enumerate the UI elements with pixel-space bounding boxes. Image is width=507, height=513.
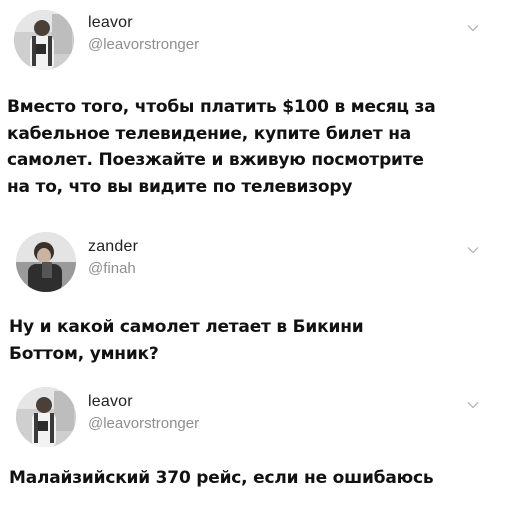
tweet-text: Ну и какой самолет летает в Бикини Ботто… <box>9 314 499 367</box>
tweet-header: zander @finah <box>0 222 507 302</box>
display-name[interactable]: leavor <box>88 13 199 33</box>
display-name[interactable]: leavor <box>88 392 199 412</box>
avatar[interactable] <box>14 10 74 70</box>
chevron-down-icon[interactable] <box>467 246 479 254</box>
tweet: zander @finah Ну и какой самолет летает … <box>0 222 507 364</box>
user-handle[interactable]: @leavorstronger <box>88 35 199 55</box>
user-names: leavor @leavorstronger <box>88 392 199 434</box>
user-names: leavor @leavorstronger <box>88 13 199 55</box>
avatar-photo-icon <box>14 10 74 70</box>
avatar[interactable] <box>16 387 76 447</box>
user-handle[interactable]: @leavorstronger <box>88 414 199 434</box>
tweet: leavor @leavorstronger Вместо того, чтоб… <box>0 0 507 197</box>
user-names: zander @finah <box>88 237 138 279</box>
user-handle[interactable]: @finah <box>88 259 138 279</box>
tweet-header: leavor @leavorstronger <box>0 0 507 80</box>
tweet-text-line: на то, что вы видите по телевизору <box>7 176 353 197</box>
tweet-text-line: кабельное телевидение, купите билет на <box>7 123 412 144</box>
tweet: leavor @leavorstronger Малайзийский 370 … <box>0 381 507 488</box>
tweet-text-line: Вместо того, чтобы платить $100 в месяц … <box>7 97 436 117</box>
chevron-down-icon[interactable] <box>467 24 479 32</box>
tweet-text-line: Боттом, умник? <box>9 343 159 364</box>
tweet-text-line: Малайзийский 370 рейс, если не ошибаюсь <box>9 468 434 488</box>
avatar[interactable] <box>16 232 76 292</box>
tweet-text: Вместо того, чтобы платить $100 в месяц … <box>7 94 505 200</box>
tweet-header: leavor @leavorstronger <box>0 381 507 461</box>
avatar-photo-icon <box>16 232 76 292</box>
tweet-text-line: самолет. Поезжайте и вживую посмотрите <box>7 150 424 170</box>
chevron-down-icon[interactable] <box>467 401 479 409</box>
avatar-photo-icon <box>16 387 76 447</box>
tweet-text-line: Ну и какой самолет летает в Бикини <box>9 317 364 337</box>
display-name[interactable]: zander <box>88 237 138 257</box>
tweet-text: Малайзийский 370 рейс, если не ошибаюсь <box>9 465 507 492</box>
